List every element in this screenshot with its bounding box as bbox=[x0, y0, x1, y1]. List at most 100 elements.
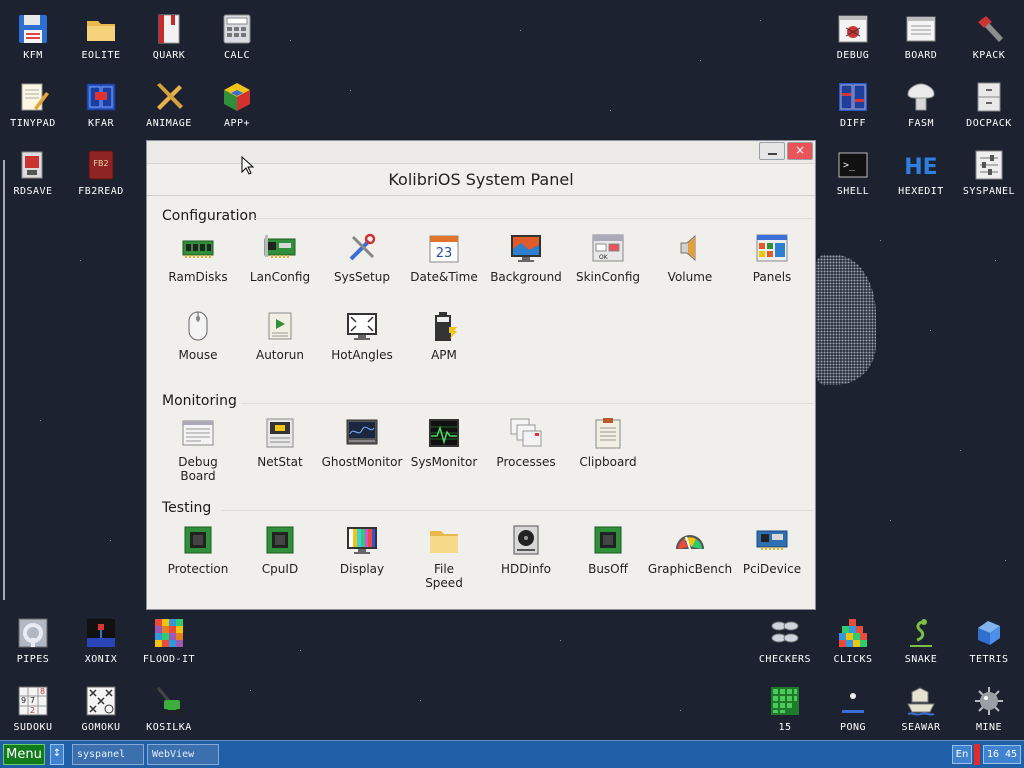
desktop-icon-animage[interactable]: ANIMAGE bbox=[137, 72, 201, 138]
app-sysmonitor[interactable]: SysMonitor bbox=[403, 412, 485, 490]
desktop-icon-pipes[interactable]: PIPES bbox=[1, 608, 65, 674]
app-hddinfo[interactable]: HDDinfo bbox=[485, 519, 567, 597]
chip-icon bbox=[266, 526, 294, 554]
app-file-speed[interactable]: File Speed bbox=[403, 519, 485, 597]
desktop-icon-mine[interactable]: MINE bbox=[957, 676, 1021, 742]
app-date-time[interactable]: 23 Date&Time bbox=[403, 227, 485, 305]
app-skinconfig[interactable]: OK SkinConfig bbox=[567, 227, 649, 305]
desktop-icon-kfm[interactable]: KFM bbox=[1, 4, 65, 70]
desktop-icon-kfar[interactable]: KFAR bbox=[69, 72, 133, 138]
desktop-icon-board[interactable]: BOARD bbox=[889, 4, 953, 70]
desktop-icon-docpack[interactable]: DOCPACK bbox=[957, 72, 1021, 138]
app-apm[interactable]: APM bbox=[403, 305, 485, 383]
taskbar-item-syspanel[interactable]: syspanel bbox=[72, 744, 144, 765]
desktop-icon-eolite[interactable]: EOLITE bbox=[69, 4, 133, 70]
section-divider bbox=[221, 510, 813, 511]
desktop-icon-debug[interactable]: DEBUG bbox=[821, 4, 885, 70]
desktop-icon-fasm[interactable]: FASM bbox=[889, 72, 953, 138]
clock[interactable]: 16 45 bbox=[983, 745, 1021, 764]
app-panels[interactable]: Panels bbox=[731, 227, 813, 305]
desktop-icon-snake[interactable]: SNAKE bbox=[889, 608, 953, 674]
desktop-icon-sudoku[interactable]: 8 972 SUDOKU bbox=[1, 676, 65, 742]
hammer-icon bbox=[978, 16, 1003, 42]
switch-icon[interactable]: ↕ bbox=[50, 744, 64, 765]
menu-button[interactable]: Menu bbox=[3, 744, 45, 765]
app-busoff[interactable]: BusOff bbox=[567, 519, 649, 597]
desktop-icon-pong[interactable]: PONG bbox=[821, 676, 885, 742]
ram-icon bbox=[182, 240, 214, 258]
app-background[interactable]: Background bbox=[485, 227, 567, 305]
gauge-icon bbox=[676, 535, 704, 550]
app-lanconfig[interactable]: LanConfig bbox=[239, 227, 321, 305]
app-label: Protection bbox=[167, 562, 229, 576]
app-volume[interactable]: Volume bbox=[649, 227, 731, 305]
sudoku-icon: 8 9 72 bbox=[18, 686, 48, 716]
diff-icon bbox=[839, 83, 867, 111]
desktop-icon-tetris[interactable]: TETRIS bbox=[957, 608, 1021, 674]
pci-card-icon bbox=[756, 530, 788, 550]
desktop-icon-gomoku[interactable]: GOMOKU bbox=[69, 676, 133, 742]
app-ghostmonitor[interactable]: GhostMonitor bbox=[321, 412, 403, 490]
close-button[interactable]: × bbox=[787, 142, 813, 160]
app-mouse[interactable]: Mouse bbox=[157, 305, 239, 383]
desktop-icon-checkers[interactable]: CHECKERS bbox=[753, 608, 817, 674]
desktop-icon-app-plus[interactable]: APP+ bbox=[205, 72, 269, 138]
desktop-icon-rdsave[interactable]: RDSAVE bbox=[1, 140, 65, 206]
app-clipboard[interactable]: Clipboard bbox=[567, 412, 649, 490]
taskbar: Menu ↕ syspanel WebView En 16 45 bbox=[0, 740, 1024, 768]
desktop-icon-diff[interactable]: DIFF bbox=[821, 72, 885, 138]
desktop-icon-kpack[interactable]: KPACK bbox=[957, 4, 1021, 70]
calendar-day: 23 bbox=[436, 246, 453, 261]
language-indicator[interactable]: En bbox=[952, 745, 972, 764]
shell-prompt: >_ bbox=[843, 160, 856, 171]
icon-label: PIPES bbox=[16, 654, 50, 665]
app-label: APM bbox=[431, 348, 457, 362]
netstat-icon bbox=[266, 418, 294, 448]
desktop-icon-15[interactable]: 15 bbox=[753, 676, 817, 742]
app-cpuid[interactable]: CpuID bbox=[239, 519, 321, 597]
app-protection[interactable]: Protection bbox=[157, 519, 239, 597]
app-label: Date&Time bbox=[410, 270, 478, 284]
desktop-icon-fb2read[interactable]: FB2 FB2READ bbox=[69, 140, 133, 206]
app-hotangles[interactable]: HotAngles bbox=[321, 305, 403, 383]
app-autorun[interactable]: Autorun bbox=[239, 305, 321, 383]
icon-label: APP+ bbox=[223, 118, 251, 129]
desktop-icon-flood-it[interactable]: FLOOD-IT bbox=[137, 608, 201, 674]
desktop-icon-tinypad[interactable]: TINYPAD bbox=[1, 72, 65, 138]
app-ramdisks[interactable]: RamDisks bbox=[157, 227, 239, 305]
desktop-icon-calc[interactable]: CALC bbox=[205, 4, 269, 70]
sudoku-digit: 9 bbox=[21, 696, 26, 705]
app-label: PciDevice bbox=[742, 562, 802, 576]
taskbar-item-webview[interactable]: WebView bbox=[147, 744, 219, 765]
icon-label: DIFF bbox=[839, 118, 867, 129]
monitor-icon bbox=[511, 235, 541, 262]
desktop-icon-quark[interactable]: QUARK bbox=[137, 4, 201, 70]
sudoku-digit: 2 bbox=[30, 706, 35, 715]
app-label: GraphicBench bbox=[647, 562, 733, 576]
desktop-icon-kosilka[interactable]: KOSILKA bbox=[137, 676, 201, 742]
app-netstat[interactable]: NetStat bbox=[239, 412, 321, 490]
app-processes[interactable]: Processes bbox=[485, 412, 567, 490]
fifteen-icon bbox=[771, 687, 799, 715]
minimize-button[interactable] bbox=[759, 142, 785, 160]
icon-label: EOLITE bbox=[81, 50, 121, 61]
calendar-icon: 23 bbox=[429, 235, 459, 263]
desktop-icon-clicks[interactable]: CLICKS bbox=[821, 608, 885, 674]
app-label: RamDisks bbox=[168, 270, 228, 284]
desktop-icon-xonix[interactable]: XONIX bbox=[69, 608, 133, 674]
desktop-icon-hexedit[interactable]: HE HEXEDIT bbox=[889, 140, 953, 206]
debug-board-icon bbox=[182, 420, 214, 446]
desktop-icon-shell[interactable]: >_ SHELL bbox=[821, 140, 885, 206]
app-graphicbench[interactable]: GraphicBench bbox=[647, 519, 733, 597]
app-label: LanConfig bbox=[249, 270, 311, 284]
app-display[interactable]: Display bbox=[321, 519, 403, 597]
app-debug-board[interactable]: Debug Board bbox=[157, 412, 239, 490]
app-pcidevice[interactable]: PciDevice bbox=[731, 519, 813, 597]
app-syssetup[interactable]: SysSetup bbox=[321, 227, 403, 305]
icon-label: XONIX bbox=[84, 654, 118, 665]
app-label: GhostMonitor bbox=[321, 455, 403, 469]
desktop-icon-seawar[interactable]: SEAWAR bbox=[889, 676, 953, 742]
nebula-decoration bbox=[814, 255, 876, 385]
app-label: SysMonitor bbox=[410, 455, 478, 469]
desktop-icon-syspanel[interactable]: SYSPANEL bbox=[957, 140, 1021, 206]
